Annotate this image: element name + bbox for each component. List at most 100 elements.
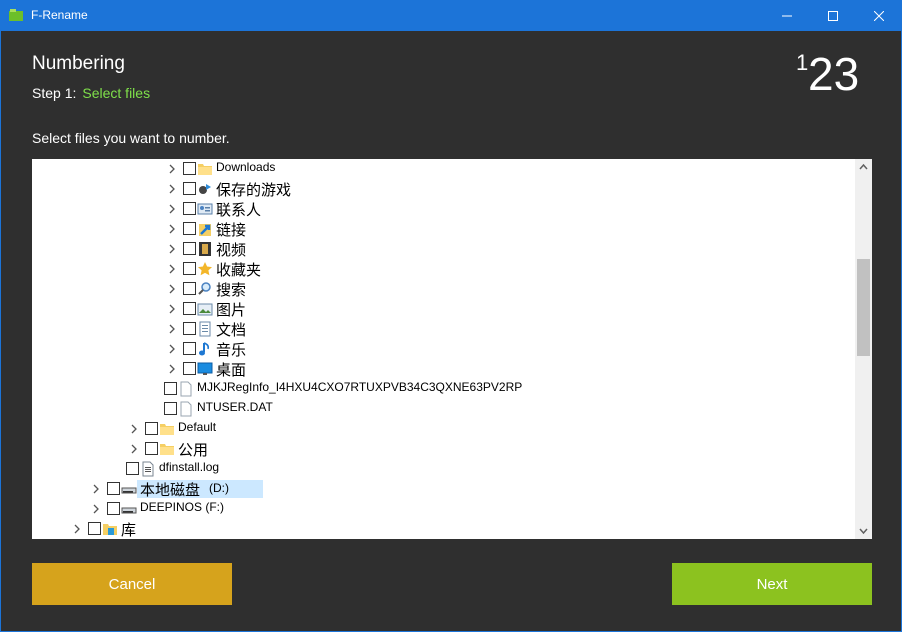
tree-item-label: 公用 [178, 441, 209, 459]
tree-checkbox[interactable] [183, 242, 196, 255]
chevron-right-icon[interactable] [167, 283, 177, 295]
close-button[interactable] [856, 0, 902, 31]
tree-item-label: Default [178, 420, 217, 434]
chevron-right-icon[interactable] [167, 323, 177, 335]
tree-checkbox[interactable] [183, 162, 196, 175]
tree-item-label: 音乐 [216, 341, 247, 359]
tree-row[interactable]: dfinstall.log [32, 459, 852, 479]
numbering-logo: 1 23 [796, 48, 859, 94]
documents-icon [199, 321, 211, 337]
chevron-right-icon[interactable] [167, 363, 177, 375]
chevron-right-icon[interactable] [167, 163, 177, 175]
tree-item-label: NTUSER.DAT [197, 400, 273, 414]
tree-row[interactable]: 保存的游戏 [32, 179, 852, 199]
tree-item-label: 图片 [216, 301, 247, 319]
tree-item-label: 链接 [216, 221, 247, 239]
scrollbar-thumb[interactable] [857, 259, 870, 356]
tree-checkbox[interactable] [183, 282, 196, 295]
tree-row[interactable]: 本地磁盘 (D:) [32, 479, 852, 499]
music-icon [199, 342, 209, 356]
tree-item-label: 库 [121, 521, 137, 539]
tree-checkbox[interactable] [183, 262, 196, 275]
vertical-scrollbar[interactable] [855, 159, 872, 539]
chevron-right-icon[interactable] [167, 183, 177, 195]
chevron-right-icon[interactable] [91, 483, 101, 495]
tree-checkbox[interactable] [183, 342, 196, 355]
tree-checkbox[interactable] [107, 482, 120, 495]
tree-row[interactable]: 公用 [32, 439, 852, 459]
videos-icon [199, 242, 211, 256]
tree-row[interactable]: 音乐 [32, 339, 852, 359]
tree-row[interactable]: 收藏夹 [32, 259, 852, 279]
tree-row[interactable]: Downloads [32, 159, 852, 179]
app-icon [9, 9, 23, 21]
logo-digit-one: 1 [796, 50, 808, 75]
tree-item-label: MJKJRegInfo_I4HXU4CXO7RTUXPVB34C3QXNE63P… [197, 380, 523, 394]
file-icon [180, 401, 192, 417]
library-icon [103, 524, 117, 535]
next-button[interactable]: Next [672, 563, 872, 605]
tree-checkbox[interactable] [183, 322, 196, 335]
chevron-right-icon[interactable] [167, 243, 177, 255]
tree-row[interactable]: 库 [32, 519, 852, 539]
tree-checkbox[interactable] [164, 382, 177, 395]
tree-row[interactable]: 桌面 [32, 359, 852, 379]
step-indicator: Step 1: Select files [32, 85, 150, 101]
tree-item-label-suffix: (D:) [209, 481, 229, 495]
logo-digits: 23 [808, 48, 859, 94]
tree-row[interactable]: MJKJRegInfo_I4HXU4CXO7RTUXPVB34C3QXNE63P… [32, 379, 852, 399]
chevron-right-icon[interactable] [167, 203, 177, 215]
favorites-star-icon [198, 262, 212, 276]
tree-row[interactable]: 图片 [32, 299, 852, 319]
folder-icon [160, 424, 174, 435]
tree-checkbox[interactable] [126, 462, 139, 475]
step-name: Select files [82, 85, 151, 101]
chevron-right-icon[interactable] [72, 523, 82, 535]
file-tree[interactable]: Downloads 保存的游戏联系人链接视频 收藏夹搜索图片文档音乐 桌面 MJKJRe… [32, 159, 872, 539]
tree-row[interactable]: 链接 [32, 219, 852, 239]
chevron-right-icon[interactable] [129, 423, 139, 435]
tree-checkbox[interactable] [107, 502, 120, 515]
chevron-right-icon[interactable] [91, 503, 101, 515]
maximize-button[interactable] [810, 0, 856, 31]
chevron-right-icon[interactable] [167, 263, 177, 275]
searches-icon [198, 282, 211, 295]
maximize-icon [828, 10, 838, 21]
tree-item-label: 联系人 [216, 201, 262, 219]
tree-item-label: 本地磁盘 [140, 481, 201, 499]
tree-checkbox[interactable] [183, 202, 196, 215]
tree-checkbox[interactable] [183, 302, 196, 315]
tree-checkbox[interactable] [88, 522, 101, 535]
tree-row[interactable]: NTUSER.DAT [32, 399, 852, 419]
title-bar: F-Rename [0, 0, 902, 31]
saved-games-icon [199, 184, 211, 194]
chevron-right-icon[interactable] [167, 303, 177, 315]
tree-checkbox[interactable] [145, 442, 158, 455]
chevron-right-icon[interactable] [167, 223, 177, 235]
scroll-up-icon[interactable] [855, 159, 872, 176]
scroll-down-icon[interactable] [855, 522, 872, 539]
tree-row[interactable]: Default [32, 419, 852, 439]
tree-checkbox[interactable] [183, 362, 196, 375]
tree-checkbox[interactable] [145, 422, 158, 435]
tree-item-label: 文档 [216, 321, 247, 339]
tree-row[interactable]: 联系人 [32, 199, 852, 219]
tree-item-label: Downloads [216, 160, 276, 174]
tree-row[interactable]: 文档 [32, 319, 852, 339]
tree-row[interactable]: 搜索 [32, 279, 852, 299]
tree-checkbox[interactable] [183, 222, 196, 235]
tree-item-label: 视频 [216, 241, 247, 259]
tree-checkbox[interactable] [183, 182, 196, 195]
tree-item-label: 搜索 [216, 281, 247, 299]
drive-icon [121, 507, 137, 514]
tree-row[interactable]: DEEPINOS (F:) [32, 499, 852, 519]
tree-row[interactable]: 视频 [32, 239, 852, 259]
cancel-button[interactable]: Cancel [32, 563, 232, 605]
step-prefix: Step 1: [32, 85, 77, 101]
chevron-right-icon[interactable] [129, 443, 139, 455]
minimize-button[interactable] [764, 0, 810, 31]
chevron-right-icon[interactable] [167, 343, 177, 355]
tree-checkbox[interactable] [164, 402, 177, 415]
drive-icon [121, 487, 137, 494]
tree-item-label: DEEPINOS (F:) [140, 500, 225, 514]
